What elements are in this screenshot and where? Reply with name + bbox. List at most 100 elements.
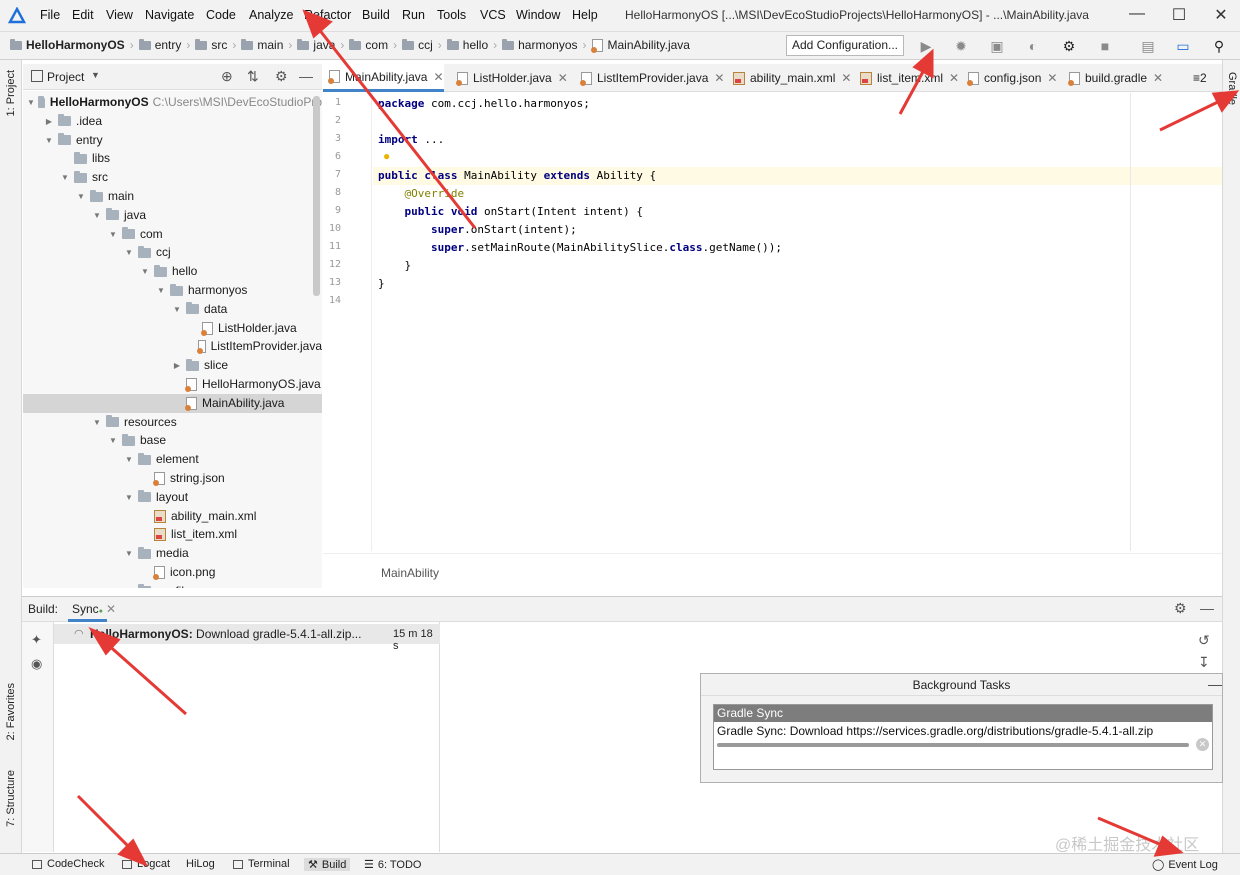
editor-tab[interactable]: MainAbility.java ✕ bbox=[323, 64, 444, 92]
hilog-button[interactable]: HiLog bbox=[186, 858, 215, 870]
chevron-down-icon[interactable]: ▼ bbox=[123, 450, 135, 469]
build-button[interactable]: ⚒ Build bbox=[304, 858, 351, 871]
tree-item[interactable]: ▼ base bbox=[23, 431, 322, 450]
menu-build[interactable]: Build bbox=[362, 8, 390, 22]
chevron-down-icon[interactable]: ▼ bbox=[123, 488, 135, 507]
menu-tools[interactable]: Tools bbox=[437, 8, 466, 22]
tree-item[interactable]: ▼ java bbox=[23, 206, 322, 225]
menu-vcs[interactable]: VCS bbox=[480, 8, 506, 22]
chevron-down-icon[interactable]: ▼ bbox=[75, 187, 87, 206]
tree-item[interactable]: ▼ resources bbox=[23, 413, 322, 432]
tree-item[interactable]: ▼ hello bbox=[23, 262, 322, 281]
menu-file[interactable]: File bbox=[40, 8, 60, 22]
project-structure-icon[interactable]: ▤ bbox=[1138, 36, 1158, 56]
tree-item[interactable]: ListHolder.java bbox=[23, 319, 322, 338]
tree-item[interactable]: HelloHarmonyOS.java bbox=[23, 375, 322, 394]
tool-window-project[interactable]: 1: Project bbox=[5, 70, 17, 116]
gear-icon[interactable]: ⚙ bbox=[1174, 600, 1187, 617]
editor-tab[interactable]: build.gradle ✕ bbox=[1063, 64, 1163, 92]
breadcrumb-item-com[interactable]: com bbox=[349, 38, 388, 52]
tab-sync[interactable]: Sync● bbox=[68, 597, 107, 622]
close-icon[interactable]: ✕ bbox=[1210, 5, 1232, 25]
maximize-icon[interactable]: ☐ bbox=[1168, 5, 1190, 25]
tree-item[interactable]: list_item.xml bbox=[23, 525, 322, 544]
menu-view[interactable]: View bbox=[106, 8, 133, 22]
device-manager-icon[interactable]: ⚙ bbox=[1059, 36, 1079, 56]
menu-run[interactable]: Run bbox=[402, 8, 425, 22]
chevron-down-icon[interactable]: ▼ bbox=[107, 431, 119, 450]
close-tab-icon[interactable]: ✕ bbox=[841, 64, 851, 92]
breadcrumb-item-harmonyos[interactable]: harmonyos bbox=[502, 38, 578, 52]
stop-icon[interactable]: ■ bbox=[1095, 36, 1115, 56]
cancel-icon[interactable]: ✕ bbox=[1196, 738, 1209, 751]
editor-tab[interactable]: ListHolder.java ✕ bbox=[451, 64, 568, 92]
breadcrumb-item-project[interactable]: HelloHarmonyOS bbox=[10, 38, 125, 52]
chevron-down-icon[interactable]: ▼ bbox=[155, 281, 167, 300]
chevron-down-icon[interactable]: ▼ bbox=[123, 243, 135, 262]
chevron-down-icon[interactable]: ▼ bbox=[123, 544, 135, 563]
code-editor[interactable]: package com.ccj.hello.harmonyos; import .… bbox=[373, 93, 1222, 551]
chevron-down-icon[interactable]: ▼ bbox=[91, 413, 103, 432]
chevron-right-icon[interactable]: ▶ bbox=[123, 582, 135, 588]
menu-refactor[interactable]: Refactor bbox=[304, 8, 351, 22]
eye-icon[interactable]: ◉ bbox=[31, 656, 42, 672]
breadcrumb-item-file[interactable]: MainAbility.java bbox=[590, 38, 690, 53]
tree-item[interactable]: ▶ .idea bbox=[23, 112, 322, 131]
chevron-down-icon[interactable]: ▼ bbox=[59, 168, 71, 187]
gear-icon[interactable]: ⚙ bbox=[275, 68, 288, 85]
locate-icon[interactable]: ⊕ bbox=[221, 68, 233, 85]
terminal-icon[interactable]: ▭ bbox=[1173, 36, 1193, 56]
close-tab-icon[interactable]: ✕ bbox=[558, 64, 568, 92]
tree-item[interactable]: MainAbility.java bbox=[23, 393, 322, 413]
chevron-down-icon[interactable]: ▼ bbox=[27, 93, 35, 112]
terminal-button[interactable]: Terminal bbox=[233, 858, 290, 870]
tree-item[interactable]: ListItemProvider.java bbox=[23, 337, 322, 356]
tree-item[interactable]: libs bbox=[23, 149, 322, 168]
soft-wrap-icon[interactable]: ↺ bbox=[1198, 632, 1210, 649]
menu-help[interactable]: Help bbox=[572, 8, 598, 22]
run-icon[interactable]: ▶ bbox=[916, 36, 936, 56]
profiler-icon[interactable]: ◐ bbox=[1023, 36, 1043, 56]
menu-code[interactable]: Code bbox=[206, 8, 236, 22]
tool-window-gradle[interactable]: Gradle bbox=[1226, 72, 1238, 105]
tree-item[interactable]: ▼ entry bbox=[23, 131, 322, 150]
editor-tab[interactable]: ability_main.xml ✕ bbox=[727, 64, 851, 92]
tree-item[interactable]: ▼ HelloHarmonyOS C:\Users\MSI\DevEcoStudi… bbox=[23, 93, 322, 112]
lightbulb-icon[interactable]: ● bbox=[383, 149, 390, 163]
close-tab-icon[interactable]: ✕ bbox=[433, 63, 443, 91]
editor-tab[interactable]: ListItemProvider.java ✕ bbox=[575, 64, 724, 92]
tree-item[interactable]: string.json bbox=[23, 469, 322, 488]
breadcrumb-item-ccj[interactable]: ccj bbox=[402, 38, 433, 52]
tree-item[interactable]: ▼ media bbox=[23, 544, 322, 563]
editor-breadcrumb[interactable]: MainAbility bbox=[381, 566, 439, 580]
close-tab-icon[interactable]: ✕ bbox=[714, 64, 724, 92]
tree-item[interactable]: ability_main.xml bbox=[23, 507, 322, 526]
tool-window-favorites[interactable]: 2: Favorites bbox=[5, 683, 17, 740]
chevron-right-icon[interactable]: ▶ bbox=[43, 112, 55, 131]
editor-tab[interactable]: list_item.xml ✕ bbox=[854, 64, 959, 92]
build-row[interactable]: ◠ HelloHarmonyOS: Download gradle-5.4.1-… bbox=[54, 624, 440, 652]
hide-popup-icon[interactable]: — bbox=[1208, 676, 1222, 692]
tree-item[interactable]: ▶ slice bbox=[23, 356, 322, 375]
editor-tab[interactable]: config.json ✕ bbox=[962, 64, 1057, 92]
tabs-overflow-button[interactable]: ≡2 bbox=[1193, 64, 1207, 92]
hide-panel-icon[interactable]: — bbox=[299, 68, 313, 84]
menu-window[interactable]: Window bbox=[516, 8, 560, 22]
menu-navigate[interactable]: Navigate bbox=[145, 8, 194, 22]
codecheck-button[interactable]: CodeCheck bbox=[32, 858, 104, 870]
chevron-right-icon[interactable]: ▶ bbox=[171, 356, 183, 375]
breadcrumb-item-main[interactable]: main bbox=[241, 38, 283, 52]
chevron-down-icon[interactable]: ▼ bbox=[107, 225, 119, 244]
tree-item[interactable]: ▶ rawfile bbox=[23, 582, 322, 588]
add-configuration-button[interactable]: Add Configuration... bbox=[786, 35, 904, 56]
close-tab-icon[interactable]: ✕ bbox=[1153, 64, 1163, 92]
menu-edit[interactable]: Edit bbox=[72, 8, 94, 22]
chevron-down-icon[interactable]: ▼ bbox=[139, 262, 151, 281]
close-tab-icon[interactable]: ✕ bbox=[106, 602, 116, 616]
tool-window-structure[interactable]: 7: Structure bbox=[5, 770, 17, 827]
todo-button[interactable]: ☰ 6: TODO bbox=[364, 858, 421, 872]
tree-item[interactable]: ▼ layout bbox=[23, 488, 322, 507]
breadcrumb-item-src[interactable]: src bbox=[195, 38, 227, 52]
project-scrollbar[interactable] bbox=[313, 96, 320, 296]
event-log-button[interactable]: ◯ Event Log bbox=[1152, 858, 1218, 872]
